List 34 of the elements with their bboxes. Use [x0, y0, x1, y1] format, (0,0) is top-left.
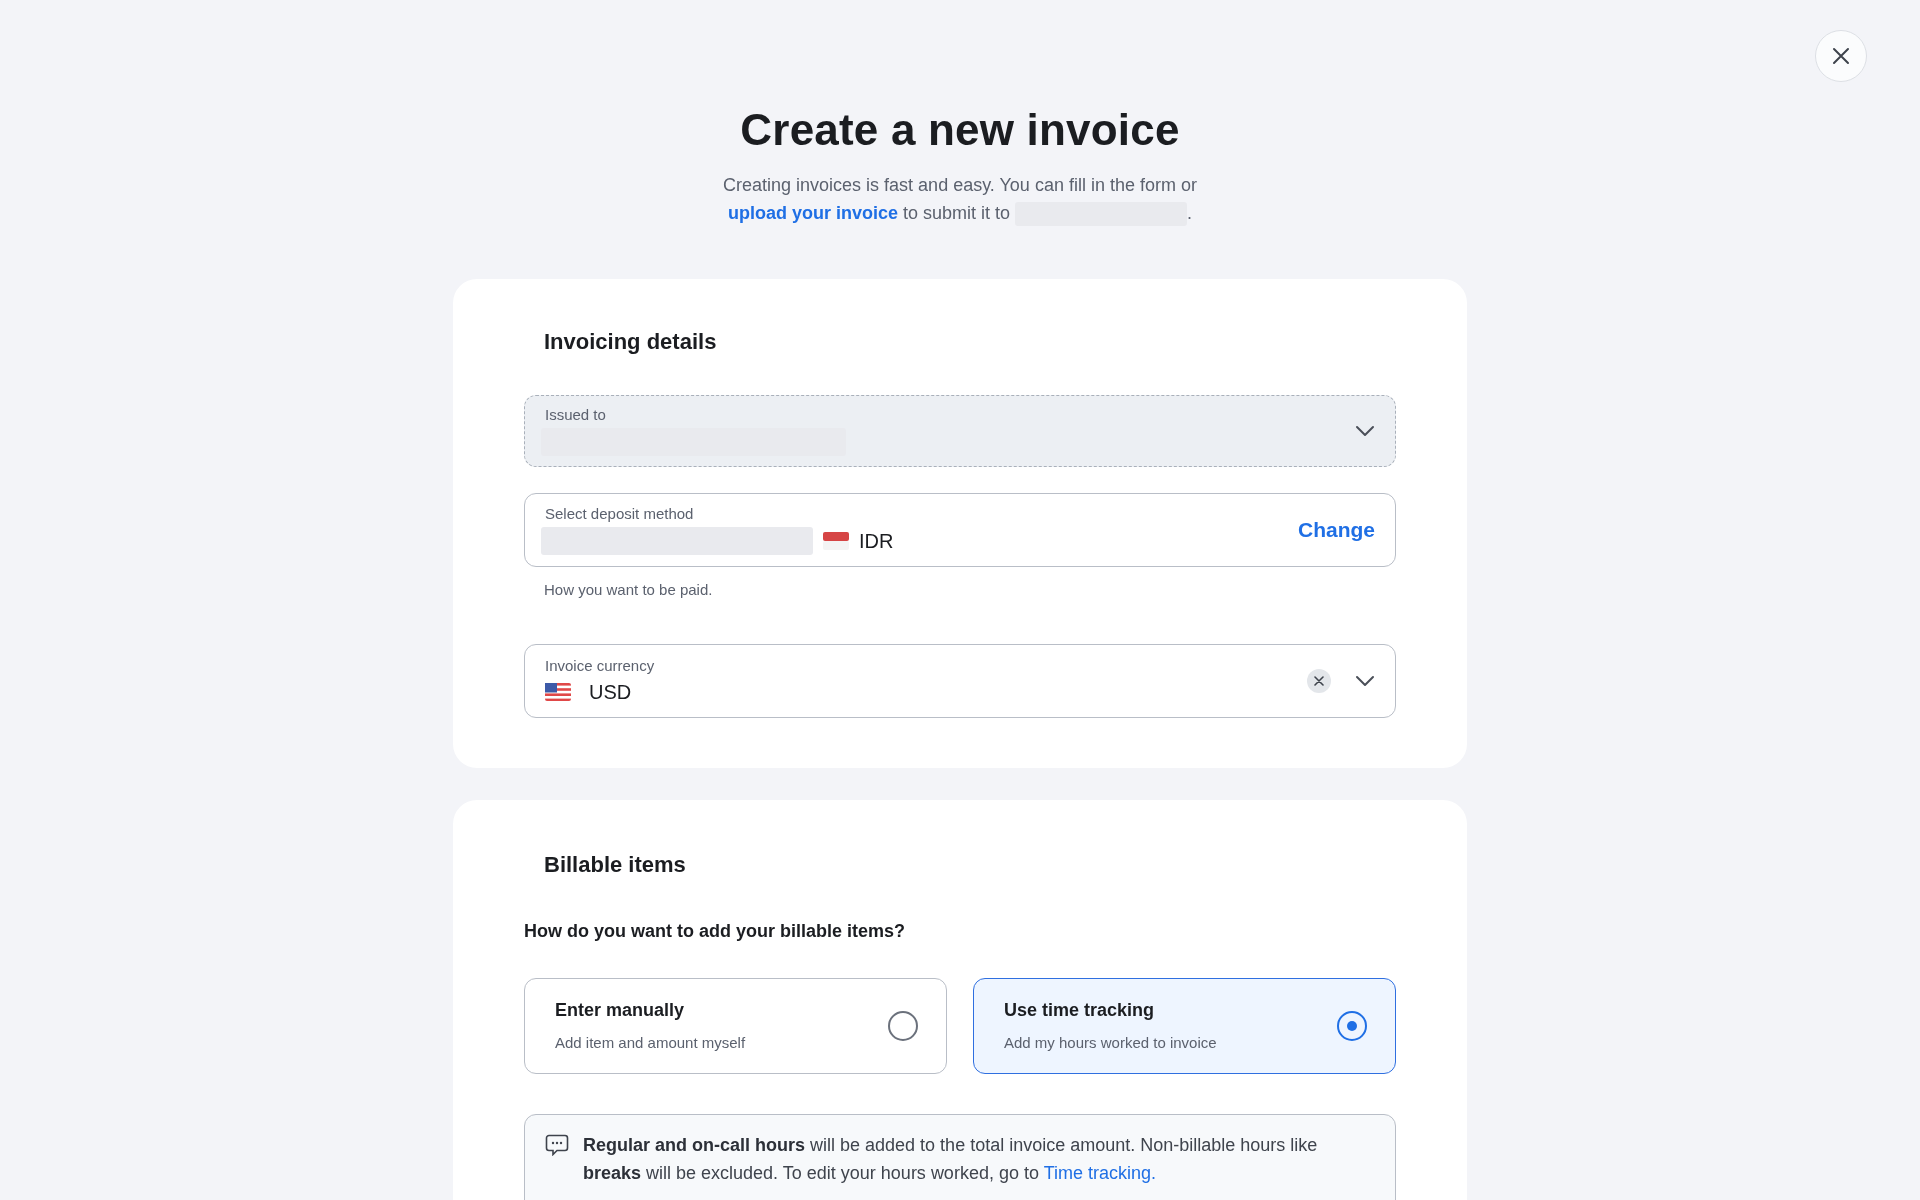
field-label: Invoice currency — [545, 656, 656, 675]
field-value: USD — [589, 679, 632, 705]
field-label: Issued to — [545, 406, 607, 425]
question-text: How do you want to add your billable items? — [524, 920, 907, 944]
select-field[interactable]: Invoice currency USD — [524, 643, 1396, 718]
option-description: Add item and amount myself — [555, 1033, 747, 1054]
section-title: Invoicing details — [544, 328, 718, 356]
chevron-down-icon — [1355, 674, 1375, 687]
page-title: Create a new invoice — [739, 104, 1181, 156]
radio-button[interactable] — [1337, 1011, 1367, 1042]
upload-link[interactable]: upload your invoice — [727, 202, 898, 223]
change-button[interactable]: Change — [1298, 514, 1375, 546]
deposit-method-field[interactable]: Select deposit method IDR Change — [524, 493, 1396, 568]
section-title: Billable items — [544, 851, 687, 879]
close-icon — [1832, 47, 1850, 65]
option-description: Add my hours worked to invoice — [1004, 1033, 1218, 1054]
option-title: Use time tracking — [1004, 999, 1156, 1023]
info-text: Regular and on-call hours will be added to the total invoice amount. Non-billable hours like breaks will be excluded. To edit your hours worked, go to Time tracking. — [583, 1134, 1319, 1186]
option-card[interactable]: Use time tracking Add my hours worked to invoice — [973, 978, 1396, 1075]
flag-icon — [823, 532, 849, 551]
option-title: Enter manually — [555, 999, 686, 1023]
page-subtitle: Creating invoices is fast and easy. You can fill in the form or upload your invoice to submit it to . — [650, 170, 1270, 227]
field-hint: How you want to be paid. — [544, 580, 714, 601]
close-icon — [1314, 675, 1324, 686]
chevron-down-icon — [1355, 425, 1375, 438]
field-label: Select deposit method — [545, 505, 695, 524]
chat-bubble-icon — [545, 1134, 569, 1157]
option-card[interactable]: Enter manually Add item and amount myself — [524, 978, 947, 1075]
time-tracking-link[interactable]: Time tracking. — [1043, 1163, 1156, 1184]
radio-button[interactable] — [888, 1011, 918, 1042]
clear-button[interactable] — [1307, 668, 1331, 693]
close-button[interactable] — [1815, 30, 1867, 82]
flag-icon — [545, 682, 571, 701]
field-value: IDR — [859, 529, 894, 555]
